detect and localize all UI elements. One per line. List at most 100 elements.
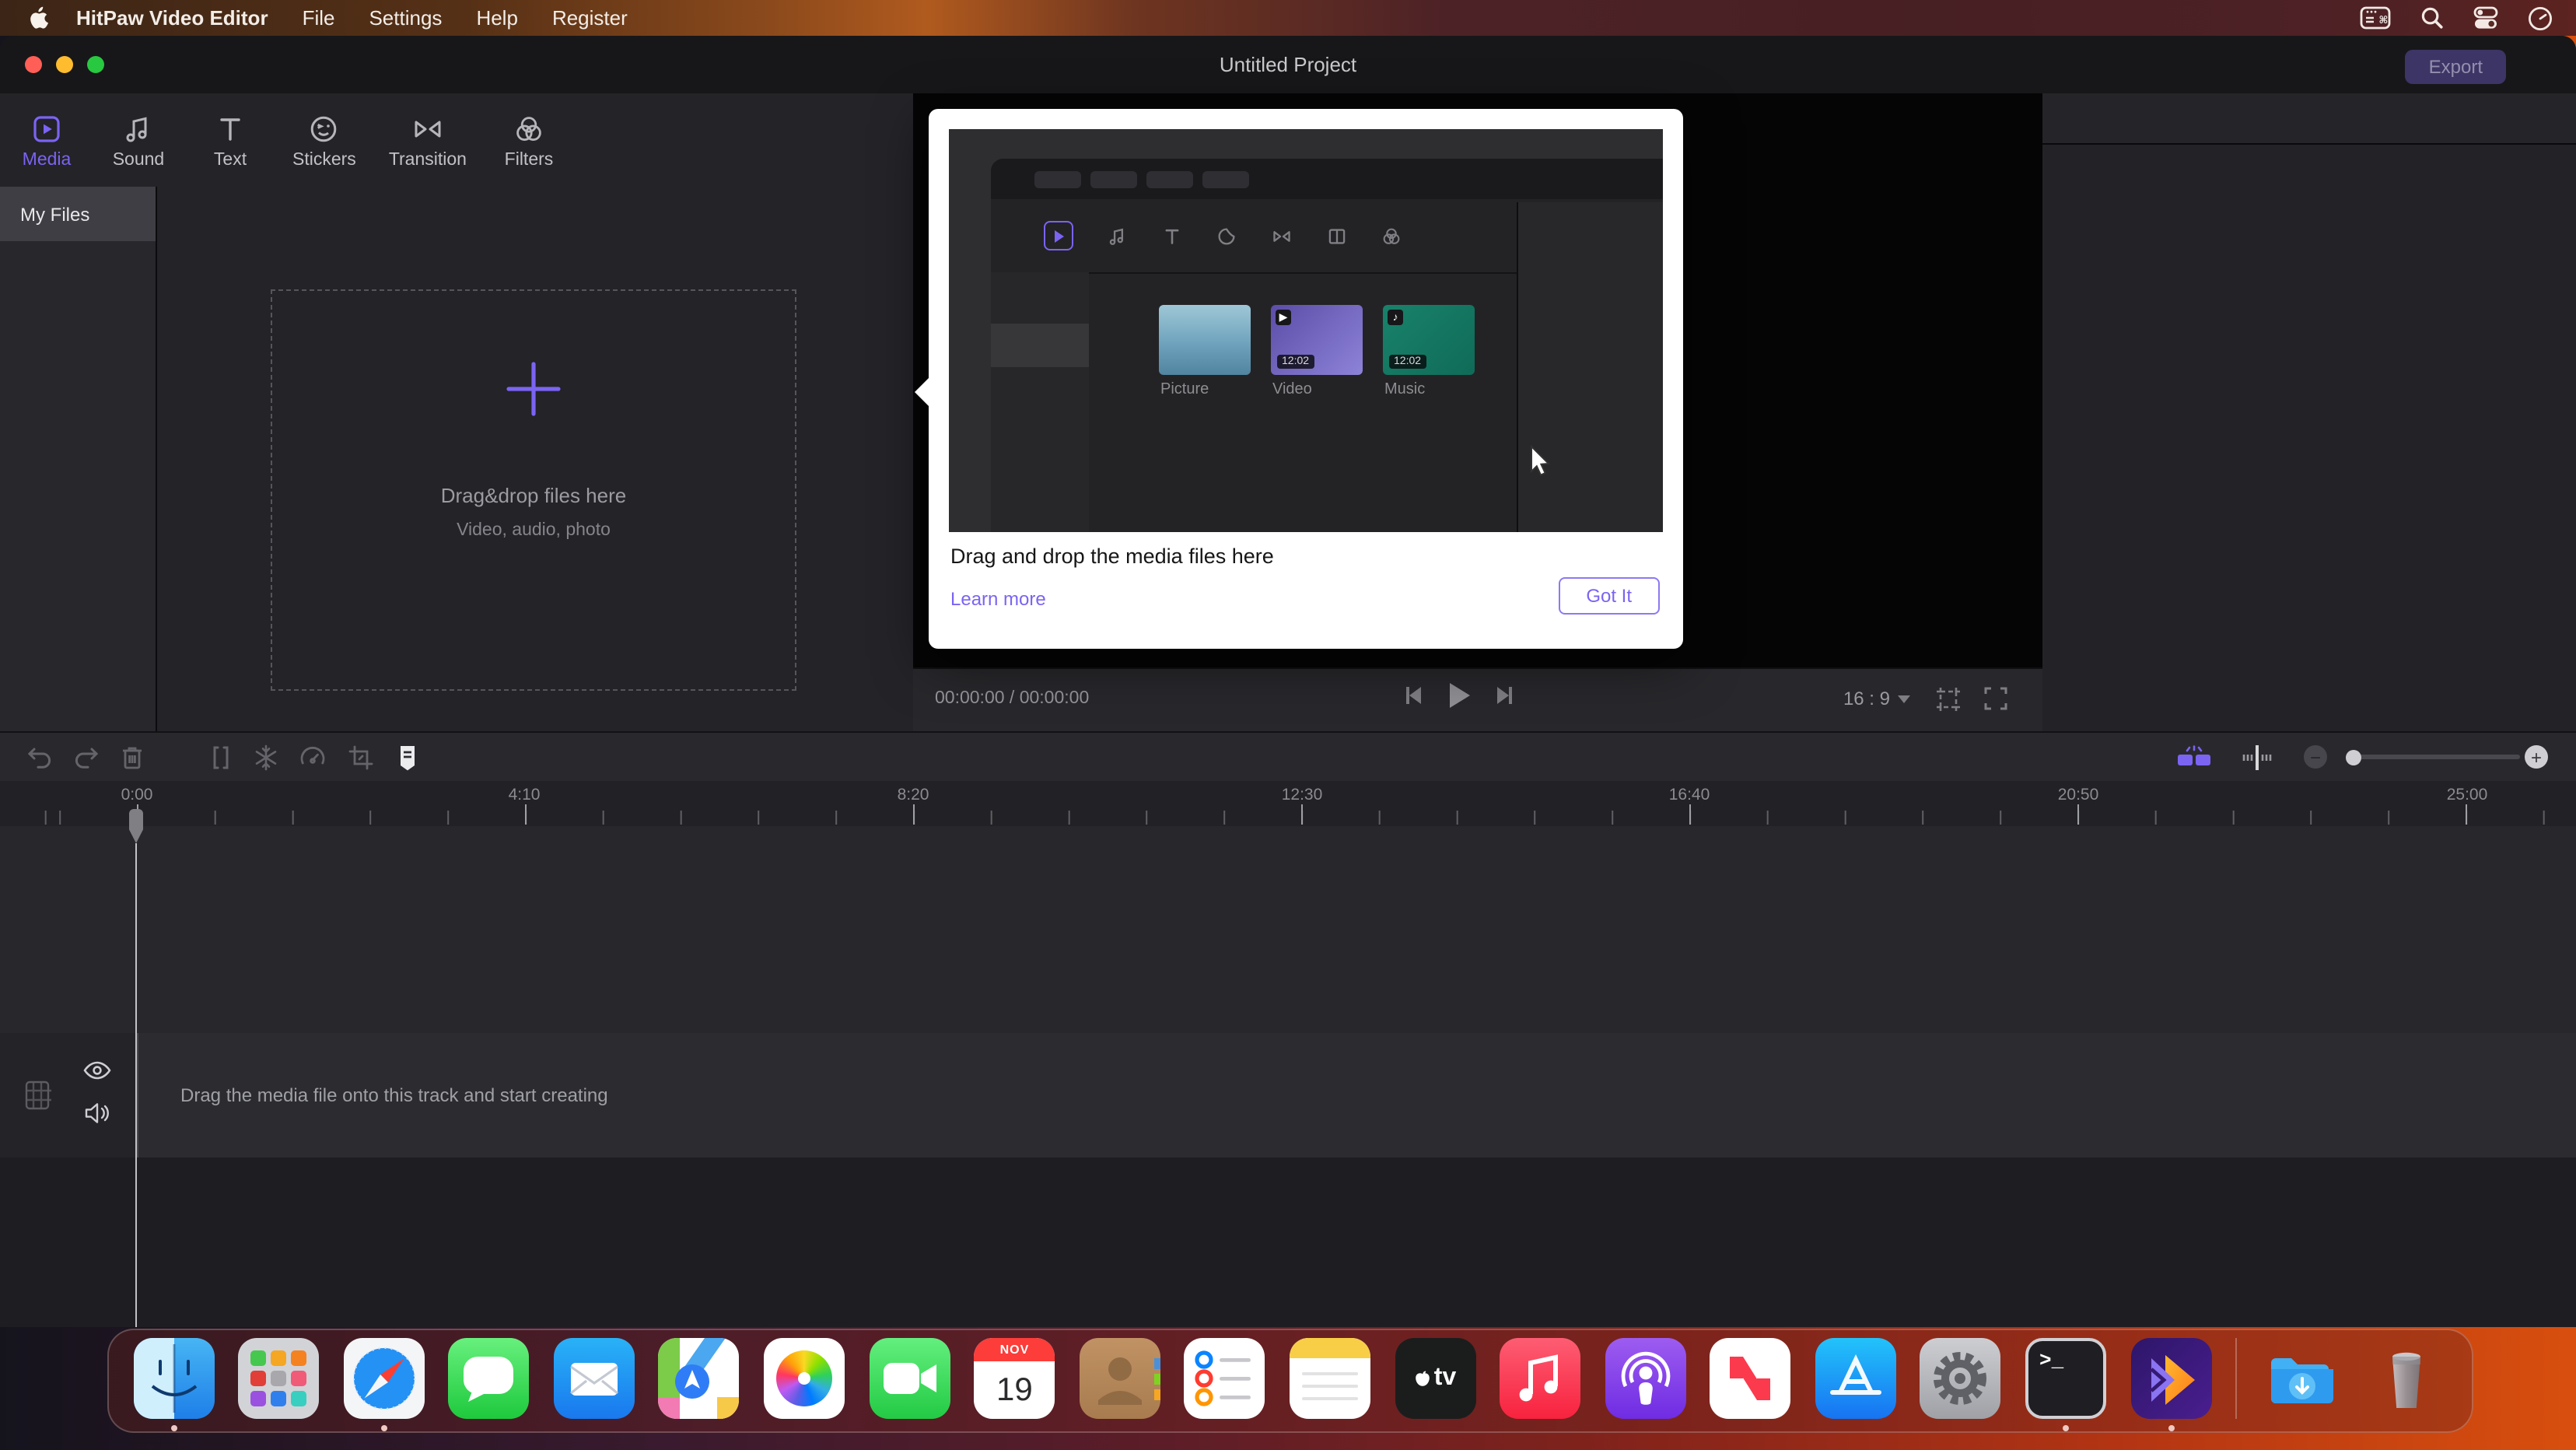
track-header [0, 1033, 138, 1158]
mini-thumb-video: ▶ 12:02 [1271, 305, 1363, 375]
clock-icon[interactable] [2528, 5, 2553, 30]
got-it-button[interactable]: Got It [1558, 577, 1660, 615]
tooltip-heading: Drag and drop the media files here [950, 545, 1274, 568]
dock-mail[interactable] [554, 1338, 635, 1427]
menu-settings[interactable]: Settings [369, 6, 442, 30]
zoom-out-icon[interactable]: − [2304, 745, 2327, 769]
control-center-icon[interactable] [2473, 6, 2498, 30]
window-title: Untitled Project [0, 53, 2576, 76]
dock-music[interactable] [1500, 1338, 1580, 1427]
calendar-month: NOV [974, 1338, 1055, 1361]
dock-app-store[interactable] [1815, 1338, 1896, 1427]
mini-text-icon [1162, 225, 1182, 247]
dock-contacts[interactable] [1080, 1338, 1160, 1427]
dock-calendar[interactable]: NOV 19 [974, 1338, 1055, 1427]
dock-messages[interactable] [449, 1338, 530, 1427]
learn-more-link[interactable]: Learn more [950, 588, 1046, 610]
mini-media-icon [1044, 221, 1073, 250]
search-icon[interactable] [2420, 6, 2444, 30]
freeze-frame-icon[interactable] [250, 742, 282, 773]
playhead-marker-icon[interactable] [2240, 742, 2274, 773]
dock-hitpaw-video-editor[interactable] [2130, 1338, 2211, 1427]
running-indicator [170, 1425, 177, 1431]
play-icon[interactable] [1447, 681, 1472, 709]
tab-filters[interactable]: Filters [499, 110, 558, 170]
speed-icon[interactable] [297, 742, 328, 773]
dock-reminders[interactable] [1185, 1338, 1265, 1427]
dock-photos[interactable] [764, 1338, 845, 1427]
previous-frame-icon[interactable] [1403, 685, 1425, 706]
eye-icon[interactable] [82, 1059, 112, 1081]
magnetic-snap-icon[interactable] [2176, 742, 2212, 773]
mini-thumb-music: ♪ 12:02 [1383, 305, 1475, 375]
dock-terminal[interactable]: >_ [2025, 1338, 2106, 1427]
mini-duration: 12:02 [1389, 355, 1426, 369]
timeline-toolbar: − + [0, 731, 2576, 783]
dock-launchpad[interactable] [238, 1338, 319, 1427]
split-icon[interactable] [205, 742, 236, 773]
fullscreen-icon[interactable] [1983, 686, 2008, 711]
crop-icon[interactable] [345, 742, 376, 773]
ruler-label: 20:50 [2058, 786, 2099, 804]
dock-safari[interactable] [343, 1338, 424, 1427]
crop-preview-icon[interactable] [1935, 686, 1962, 713]
export-button[interactable]: Export [2406, 50, 2506, 84]
dock-downloads[interactable] [2261, 1338, 2342, 1427]
dock-news[interactable] [1710, 1338, 1791, 1427]
tab-text[interactable]: Text [201, 110, 260, 170]
tab-transition[interactable]: Transition [389, 110, 467, 170]
audio-mute-icon[interactable] [84, 1102, 110, 1125]
menu-file[interactable]: File [303, 6, 335, 30]
dock-finder[interactable] [133, 1338, 214, 1427]
menu-help[interactable]: Help [476, 6, 518, 30]
sidebar-item-my-files[interactable]: My Files [0, 187, 156, 241]
ruler-major-ticks [0, 804, 2576, 825]
dock-apple-tv[interactable]: tv [1395, 1338, 1475, 1427]
mini-thumb-picture [1159, 305, 1251, 375]
transition-icon [411, 110, 445, 145]
next-frame-icon[interactable] [1493, 685, 1515, 706]
input-source-icon[interactable]: ⌘ [2360, 6, 2391, 30]
properties-panel [2042, 93, 2576, 731]
ruler-label: 0:00 [121, 786, 153, 804]
zoom-in-icon[interactable]: + [2525, 745, 2548, 769]
tab-label: Text [214, 151, 247, 170]
dock-system-preferences[interactable] [1920, 1338, 2001, 1427]
dock-facetime[interactable] [869, 1338, 950, 1427]
redo-icon[interactable] [70, 742, 101, 773]
zoom-slider-knob[interactable] [2346, 749, 2361, 765]
delete-icon[interactable] [117, 742, 148, 773]
zoom-slider[interactable] [2349, 755, 2520, 759]
timeline-empty-area [0, 1158, 2576, 1327]
mouse-cursor-icon [1529, 445, 1552, 478]
timeline-ruler[interactable]: 0:00 4:10 8:20 12:30 16:40 20:50 25:00 [0, 781, 2576, 828]
undo-icon[interactable] [25, 742, 56, 773]
tab-sound[interactable]: Sound [109, 110, 168, 170]
mini-thumb-label: Picture [1160, 381, 1209, 398]
tab-label: Filters [505, 151, 554, 170]
tab-media[interactable]: Media [17, 110, 76, 170]
menu-app-name[interactable]: HitPaw Video Editor [76, 6, 268, 30]
ruler-label: 8:20 [898, 786, 929, 804]
tooltip-screenshot: ▶ 12:02 ♪ 12:02 Picture Video Music [949, 129, 1663, 532]
media-panel: Media Sound Text [0, 93, 913, 731]
caret-down-icon [1898, 695, 1910, 702]
dock-podcasts[interactable] [1605, 1338, 1685, 1427]
apple-menu-icon[interactable] [28, 6, 48, 30]
ruler-label: 12:30 [1282, 786, 1323, 804]
tab-stickers[interactable]: Stickers [292, 110, 356, 170]
media-dropzone[interactable]: Drag&drop files here Video, audio, photo [271, 289, 796, 691]
dock-trash[interactable] [2367, 1338, 2448, 1427]
aspect-ratio-value: 16 : 9 [1843, 688, 1890, 709]
timecode: 00:00:00 / 00:00:00 [935, 689, 1089, 708]
dock-maps[interactable] [659, 1338, 740, 1427]
aspect-ratio-selector[interactable]: 16 : 9 [1843, 688, 1910, 709]
onboarding-tooltip: ▶ 12:02 ♪ 12:02 Picture Video Music Drag… [929, 109, 1683, 649]
menu-register[interactable]: Register [552, 6, 628, 30]
running-indicator [2063, 1425, 2069, 1431]
mini-stickers-icon [1216, 225, 1237, 247]
svg-text:⌘: ⌘ [2378, 14, 2388, 26]
marker-icon[interactable] [392, 742, 423, 773]
dock-notes[interactable] [1290, 1338, 1370, 1427]
tab-label: Transition [389, 151, 467, 170]
